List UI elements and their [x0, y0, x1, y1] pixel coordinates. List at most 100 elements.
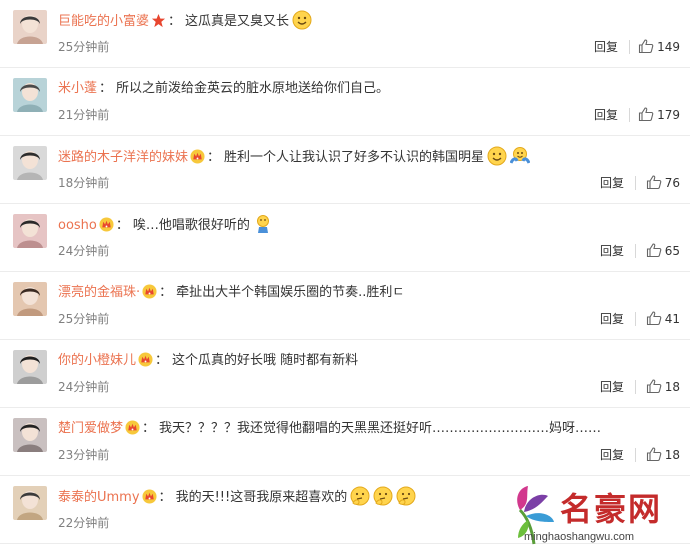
comment-timestamp: 23分钟前 [58, 448, 110, 462]
colon-separator: ： [115, 218, 129, 233]
hug-emoji-icon [510, 147, 531, 164]
colon-separator: ： [155, 353, 169, 368]
comment-item: 迷路的木子洋洋的妹妹 ：胜利一个人让我认识了好多不认识的韩国明星 18分钟前 76 回复 [0, 136, 690, 204]
comment-timestamp: 24分钟前 [58, 380, 110, 394]
comment-body: 泰泰的Ummy ：我的天!!!这哥我原来超喜欢的 [58, 486, 416, 509]
colon-separator: ： [158, 490, 172, 505]
like-button[interactable]: 18 [646, 446, 680, 462]
reply-button[interactable]: 回复 [600, 310, 624, 327]
watermark-name: 名豪网 [560, 490, 663, 528]
crown-badge-icon [190, 149, 205, 164]
like-button[interactable]: 179 [638, 106, 680, 122]
username-link[interactable]: 泰泰的Ummy [58, 490, 140, 505]
crown-badge-icon [142, 489, 157, 504]
comment-body: 漂亮的金福珠· ：牵扯出大半个韩国娱乐圈的节奏..胜利ㄷ [58, 282, 404, 304]
comment-timestamp: 24分钟前 [58, 244, 110, 258]
comment-text: 牵扯出大半个韩国娱乐圈的节奏..胜利ㄷ [176, 285, 405, 300]
comment-text: 所以之前泼给金英云的脏水原地送给你们自己。 [116, 81, 390, 96]
crown-badge-icon [142, 284, 157, 299]
comment-body: oosho ：唉…他唱歌很好听的 [58, 214, 273, 237]
colon-separator: ： [168, 14, 182, 29]
watermark-url: minghaoshangwu.com [524, 531, 635, 543]
like-button[interactable]: 76 [646, 174, 680, 190]
like-button[interactable]: 41 [646, 310, 680, 326]
avatar[interactable] [13, 10, 47, 44]
comment-body: 迷路的木子洋洋的妹妹 ：胜利一个人让我认识了好多不认识的韩国明星 [58, 146, 531, 169]
avatar[interactable] [13, 214, 47, 248]
reply-button[interactable]: 回复 [600, 378, 624, 395]
vip-star-icon [151, 13, 166, 28]
comment-body: 巨能吃的小富婆 ：这瓜真是又臭又长 [58, 10, 312, 33]
action-divider [635, 448, 636, 462]
comment-item: 巨能吃的小富婆 ：这瓜真是又臭又长 25分钟前 149 回复 [0, 0, 690, 68]
reply-button[interactable]: 回复 [600, 242, 624, 259]
avatar[interactable] [13, 350, 47, 384]
thumbs-up-icon [646, 379, 662, 394]
comment-item: 米小蓬：所以之前泼给金英云的脏水原地送给你们自己。 21分钟前 179 回复 [0, 68, 690, 136]
username-link[interactable]: 米小蓬 [58, 81, 97, 96]
action-divider [635, 380, 636, 394]
reply-button[interactable]: 回复 [594, 106, 618, 123]
crown-badge-icon [125, 420, 140, 435]
watermark: 名豪网 minghaoshangwu.com [512, 484, 682, 554]
like-button[interactable]: 149 [638, 38, 680, 54]
action-divider [635, 312, 636, 326]
username-link[interactable]: 楚门爱做梦 [58, 421, 123, 436]
comment-text: 我的天!!!这哥我原来超喜欢的 [175, 490, 348, 505]
action-divider [635, 176, 636, 190]
colon-separator: ： [159, 285, 173, 300]
comment-body: 米小蓬：所以之前泼给金英云的脏水原地送给你们自己。 [58, 78, 389, 100]
reply-button[interactable]: 回复 [600, 174, 624, 191]
comment-item: 楚门爱做梦 ：我天？？？？我还觉得他翻唱的天黑黑还挺好听………………………妈呀……… [0, 408, 690, 476]
like-count: 65 [664, 244, 680, 258]
thumbs-up-icon [646, 311, 662, 326]
avatar[interactable] [13, 146, 47, 180]
thumbs-up-icon [639, 107, 654, 122]
comment-item: 漂亮的金福珠· ：牵扯出大半个韩国娱乐圈的节奏..胜利ㄷ 25分钟前 41 回复 [0, 272, 690, 340]
action-divider [629, 40, 630, 54]
thinking-emoji-icon [350, 486, 370, 506]
comment-text: 唉…他唱歌很好听的 [132, 218, 250, 233]
comment-text: 胜利一个人让我认识了好多不认识的韩国明星 [224, 150, 485, 165]
thumbs-up-icon [639, 39, 654, 54]
comment-text: 这个瓜真的好长哦 随时都有新料 [172, 353, 359, 368]
username-link[interactable]: 迷路的木子洋洋的妹妹 [58, 150, 188, 165]
username-link[interactable]: oosho [58, 218, 97, 233]
colon-separator: ： [142, 421, 156, 436]
crown-badge-icon [99, 217, 114, 232]
like-button[interactable]: 65 [646, 242, 680, 258]
colon-separator: ： [99, 81, 113, 96]
comment-timestamp: 25分钟前 [58, 312, 110, 326]
username-link[interactable]: 你的小橙妹儿 [58, 353, 136, 368]
like-count: 149 [657, 40, 680, 54]
thinking-emoji-icon [373, 486, 393, 506]
comment-timestamp: 21分钟前 [58, 108, 110, 122]
avatar[interactable] [13, 486, 47, 520]
like-count: 41 [664, 312, 680, 326]
smile-emoji-icon [292, 10, 312, 30]
sad-emoji-icon [256, 215, 269, 233]
avatar[interactable] [13, 78, 47, 112]
like-count: 179 [657, 108, 680, 122]
comment-item: oosho ：唉…他唱歌很好听的 24分钟前 65 回复 [0, 204, 690, 272]
thumbs-up-icon [646, 175, 662, 190]
comment-text: 这瓜真是又臭又长 [185, 14, 290, 29]
comment-timestamp: 25分钟前 [58, 40, 110, 54]
like-count: 76 [664, 176, 680, 190]
action-divider [635, 244, 636, 258]
reply-button[interactable]: 回复 [594, 38, 618, 55]
thinking-emoji-icon [396, 486, 416, 506]
reply-button[interactable]: 回复 [600, 446, 624, 463]
crown-badge-icon [138, 352, 153, 367]
username-link[interactable]: 巨能吃的小富婆 [58, 14, 149, 29]
comment-body: 你的小橙妹儿 ：这个瓜真的好长哦 随时都有新料 [58, 350, 358, 372]
like-count: 18 [664, 448, 680, 462]
username-link[interactable]: 漂亮的金福珠· [58, 285, 140, 300]
like-count: 18 [664, 380, 680, 394]
comment-item: 你的小橙妹儿 ：这个瓜真的好长哦 随时都有新料 24分钟前 18 回复 [0, 340, 690, 408]
like-button[interactable]: 18 [646, 378, 680, 394]
comment-timestamp: 18分钟前 [58, 176, 110, 190]
comment-timestamp: 22分钟前 [58, 516, 110, 530]
avatar[interactable] [13, 418, 47, 452]
avatar[interactable] [13, 282, 47, 316]
